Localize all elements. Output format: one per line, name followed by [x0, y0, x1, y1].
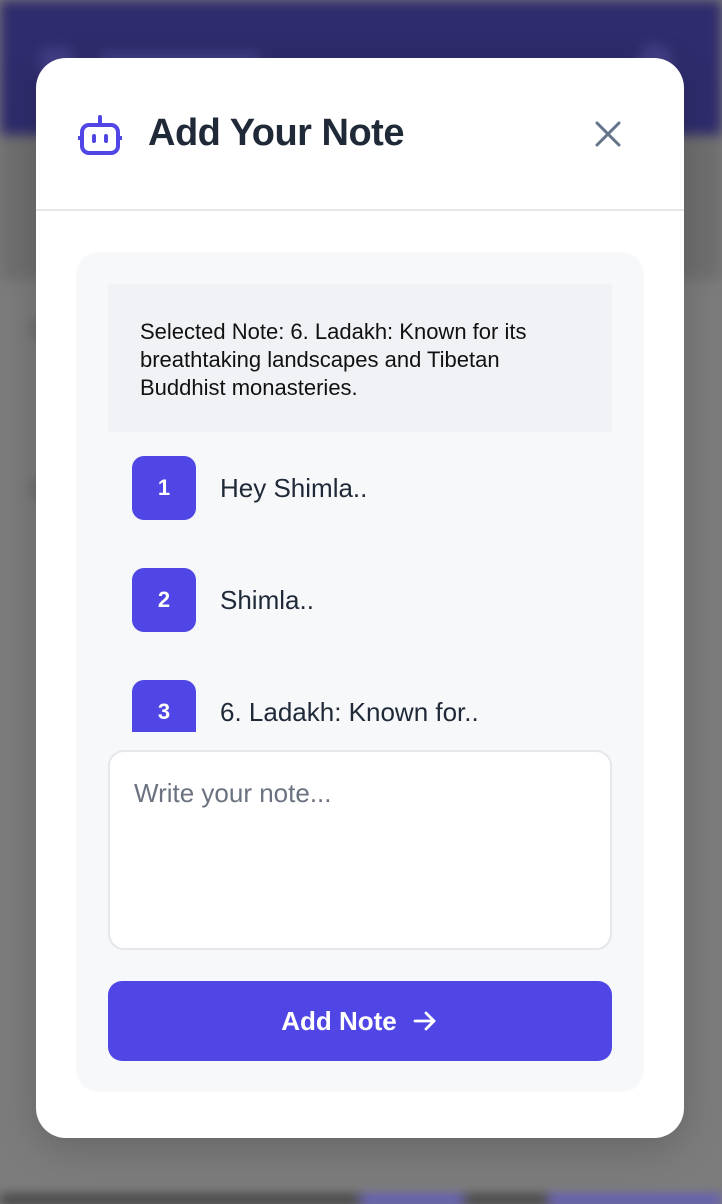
selected-note: Selected Note: 6. Ladakh: Known for its …	[108, 284, 612, 432]
close-button[interactable]	[588, 114, 628, 154]
add-note-label: Add Note	[281, 1005, 397, 1036]
add-note-modal: Add Your Note Selected Note: 6. Ladakh: …	[36, 58, 684, 1138]
close-icon	[595, 121, 621, 147]
list-item[interactable]: 1 Hey Shimla..	[132, 456, 367, 520]
note-panel: Selected Note: 6. Ladakh: Known for its …	[76, 252, 644, 1092]
robot-icon	[77, 114, 123, 156]
note-text: Shimla..	[220, 584, 314, 615]
modal-title: Add Your Note	[148, 112, 404, 154]
note-input[interactable]	[108, 750, 612, 950]
note-list[interactable]: 1 Hey Shimla.. 2 Shimla.. 3 6. Ladakh: K…	[108, 432, 612, 732]
note-text: 6. Ladakh: Known for..	[220, 696, 479, 727]
arrow-right-icon	[413, 1011, 436, 1031]
note-number-badge: 3	[132, 680, 196, 732]
add-note-button[interactable]: Add Note	[108, 981, 612, 1061]
note-text: Hey Shimla..	[220, 472, 368, 503]
modal-header: Add Your Note	[36, 58, 684, 211]
list-item[interactable]: 3 6. Ladakh: Known for..	[132, 680, 479, 732]
note-number-badge: 2	[132, 568, 196, 632]
list-item[interactable]: 2 Shimla..	[132, 568, 314, 632]
note-number-badge: 1	[132, 456, 196, 520]
